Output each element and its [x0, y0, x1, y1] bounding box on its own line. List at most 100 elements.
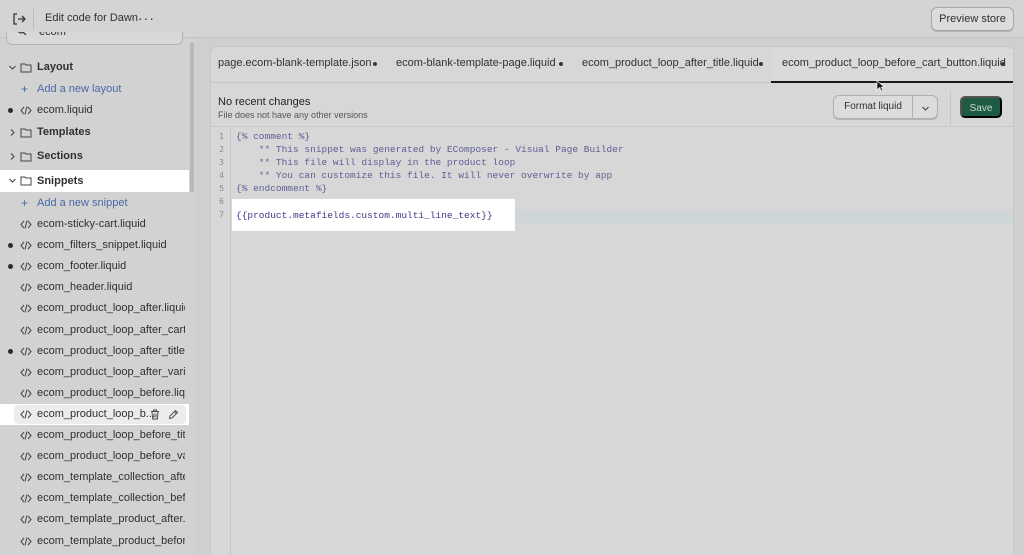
chevron-down-icon — [9, 178, 16, 183]
tab-modified-dot — [759, 62, 763, 66]
selected-file-row[interactable]: ecom_product_loop_b... — [0, 403, 189, 425]
file-label: ecom_product_loop_before_titl... — [37, 429, 185, 441]
file-row[interactable]: ecom_template_collection_after... — [0, 467, 189, 488]
code-file-icon — [20, 283, 32, 292]
file-sidebar: ecom Layout + Add a new layout ecom.liqu… — [0, 32, 196, 555]
plus-icon: + — [21, 82, 29, 96]
file-label: ecom_product_loop_after_cart_... — [37, 323, 185, 336]
folder-icon — [20, 176, 32, 186]
plus-icon: + — [21, 196, 29, 210]
editor-area: page.ecom-blank-template.json ecom-blank… — [196, 38, 1024, 555]
line-number: 6 — [219, 197, 224, 206]
editor-toolbar: No recent changes File does not have any… — [211, 90, 1013, 127]
tab-modified-dot — [559, 62, 563, 66]
modified-dot — [8, 108, 13, 113]
preview-store-button[interactable]: Preview store — [931, 7, 1014, 31]
code-file-icon — [20, 536, 32, 546]
code-file-icon — [20, 325, 32, 335]
file-row[interactable]: ecom_template_product_before... — [0, 531, 189, 552]
file-row[interactable]: ecom-sticky-cart.liquid — [0, 214, 189, 235]
format-liquid-button[interactable]: Format liquid — [833, 95, 913, 119]
file-row[interactable]: ecom_product_loop_after.liquid — [0, 298, 189, 319]
line-number-gutter: 1 2 3 4 5 6 7 — [211, 128, 231, 555]
file-label: ecom_product_loop_after_varia... — [37, 365, 185, 378]
exit-icon[interactable] — [11, 11, 27, 27]
tab-ecom-product-loop-after-title[interactable]: ecom_product_loop_after_title.liquid — [582, 57, 759, 69]
code-file-icon — [20, 473, 32, 482]
save-button[interactable]: Save — [960, 96, 1002, 118]
tab-modified-dot — [1001, 62, 1005, 66]
code-file-icon — [20, 368, 32, 377]
tab-ecom-blank-template-page[interactable]: ecom-blank-template-page.liquid — [396, 57, 556, 69]
file-label: ecom_filters_snippet.liquid — [37, 239, 167, 252]
folder-icon — [20, 152, 32, 162]
chevron-down-icon — [9, 65, 16, 70]
add-new-snippet-link[interactable]: + Add a new snippet — [0, 193, 189, 213]
trash-icon[interactable] — [150, 409, 160, 420]
file-label: ecom_product_loop_before_var... — [37, 450, 185, 463]
folder-templates[interactable]: Templates — [0, 122, 189, 143]
file-row[interactable]: ecom_header.liquid — [0, 277, 189, 298]
version-status: No recent changes — [218, 96, 311, 108]
file-label: ecom_template_collection_befo... — [37, 492, 185, 505]
code-line[interactable]: {% comment %} — [236, 130, 310, 143]
file-label: ecom_product_loop_after_title.l... — [37, 344, 185, 357]
editor-panel: page.ecom-blank-template.json ecom-blank… — [210, 46, 1014, 555]
code-line[interactable]: {% endcomment %} — [236, 182, 327, 195]
folder-icon — [20, 128, 32, 138]
line-number: 3 — [219, 158, 224, 167]
file-label: ecom_product_loop_b... — [37, 407, 156, 420]
pencil-icon[interactable] — [168, 409, 179, 420]
code-line[interactable]: ** This snippet was generated by ECompos… — [236, 143, 624, 156]
mouse-pointer-icon — [876, 80, 886, 92]
folder-label: Layout — [37, 61, 74, 73]
chevron-right-icon — [10, 129, 15, 136]
line-number: 4 — [219, 171, 224, 180]
chevron-right-icon — [10, 153, 15, 160]
version-status-detail: File does not have any other versions — [218, 110, 368, 120]
file-search-input[interactable]: ecom — [6, 32, 183, 45]
file-row[interactable]: ecom_product_loop_after_varia... — [0, 362, 189, 383]
line-number: 1 — [219, 132, 224, 141]
tab-modified-dot — [373, 62, 377, 66]
code-file-icon — [20, 515, 32, 525]
file-row[interactable]: ecom_product_loop_before.liquid — [0, 383, 189, 404]
file-row[interactable]: ecom_template_collection_befo... — [0, 488, 189, 509]
file-label: ecom_header.liquid — [37, 281, 133, 294]
top-divider — [33, 9, 34, 29]
tab-page-ecom-blank-template-json[interactable]: page.ecom-blank-template.json — [218, 57, 371, 69]
folder-sections[interactable]: Sections — [0, 146, 189, 167]
file-row[interactable]: ecom_footer.liquid — [0, 256, 189, 277]
code-editor[interactable]: 1 2 3 4 5 6 7 {% comment %} ** This snip… — [211, 128, 1013, 555]
line-number: 2 — [219, 145, 224, 154]
tab-ecom-product-loop-before-cart-button[interactable]: ecom_product_loop_before_cart_button.liq… — [782, 57, 1006, 69]
file-tabs: page.ecom-blank-template.json ecom-blank… — [211, 47, 1013, 83]
add-new-layout-link[interactable]: + Add a new layout — [0, 79, 189, 99]
code-line-metafield[interactable]: {{product.metafields.custom.multi_line_t… — [236, 209, 493, 222]
file-row[interactable]: ecom_product_loop_before_var... — [0, 446, 189, 467]
sidebar-scrollbar[interactable] — [190, 42, 194, 192]
chevron-down-icon — [922, 106, 929, 111]
folder-icon — [20, 63, 32, 73]
code-line[interactable]: ** You can customize this file. It will … — [236, 169, 612, 182]
format-options-dropdown[interactable] — [912, 95, 938, 119]
file-row[interactable]: ecom_product_loop_after_cart_... — [0, 320, 189, 341]
file-label: ecom-sticky-cart.liquid — [37, 218, 146, 230]
folder-layout[interactable]: Layout — [0, 57, 189, 78]
file-ecom-liquid[interactable]: ecom.liquid — [0, 100, 189, 121]
file-label: ecom_template_product_after.li... — [37, 513, 185, 526]
more-options-icon[interactable]: ··· — [138, 10, 155, 26]
file-row[interactable]: ecom_filters_snippet.liquid — [0, 235, 189, 256]
code-file-icon — [20, 389, 32, 398]
modified-dot — [8, 264, 13, 270]
file-row[interactable]: ecom_product_loop_after_title.l... — [0, 341, 189, 362]
code-line[interactable]: ** This file will display in the product… — [236, 156, 516, 169]
highlighted-code-box: {{product.metafields.custom.multi_line_t… — [232, 199, 515, 231]
file-row[interactable]: ecom_product_loop_before_titl... — [0, 425, 189, 446]
file-row[interactable]: ecom_template_product_after.li... — [0, 509, 189, 530]
file-label: ecom_template_collection_after... — [37, 471, 185, 484]
folder-snippets[interactable]: Snippets — [0, 170, 189, 192]
modified-dot — [8, 243, 13, 249]
code-file-icon — [20, 262, 32, 271]
search-icon — [18, 32, 27, 36]
